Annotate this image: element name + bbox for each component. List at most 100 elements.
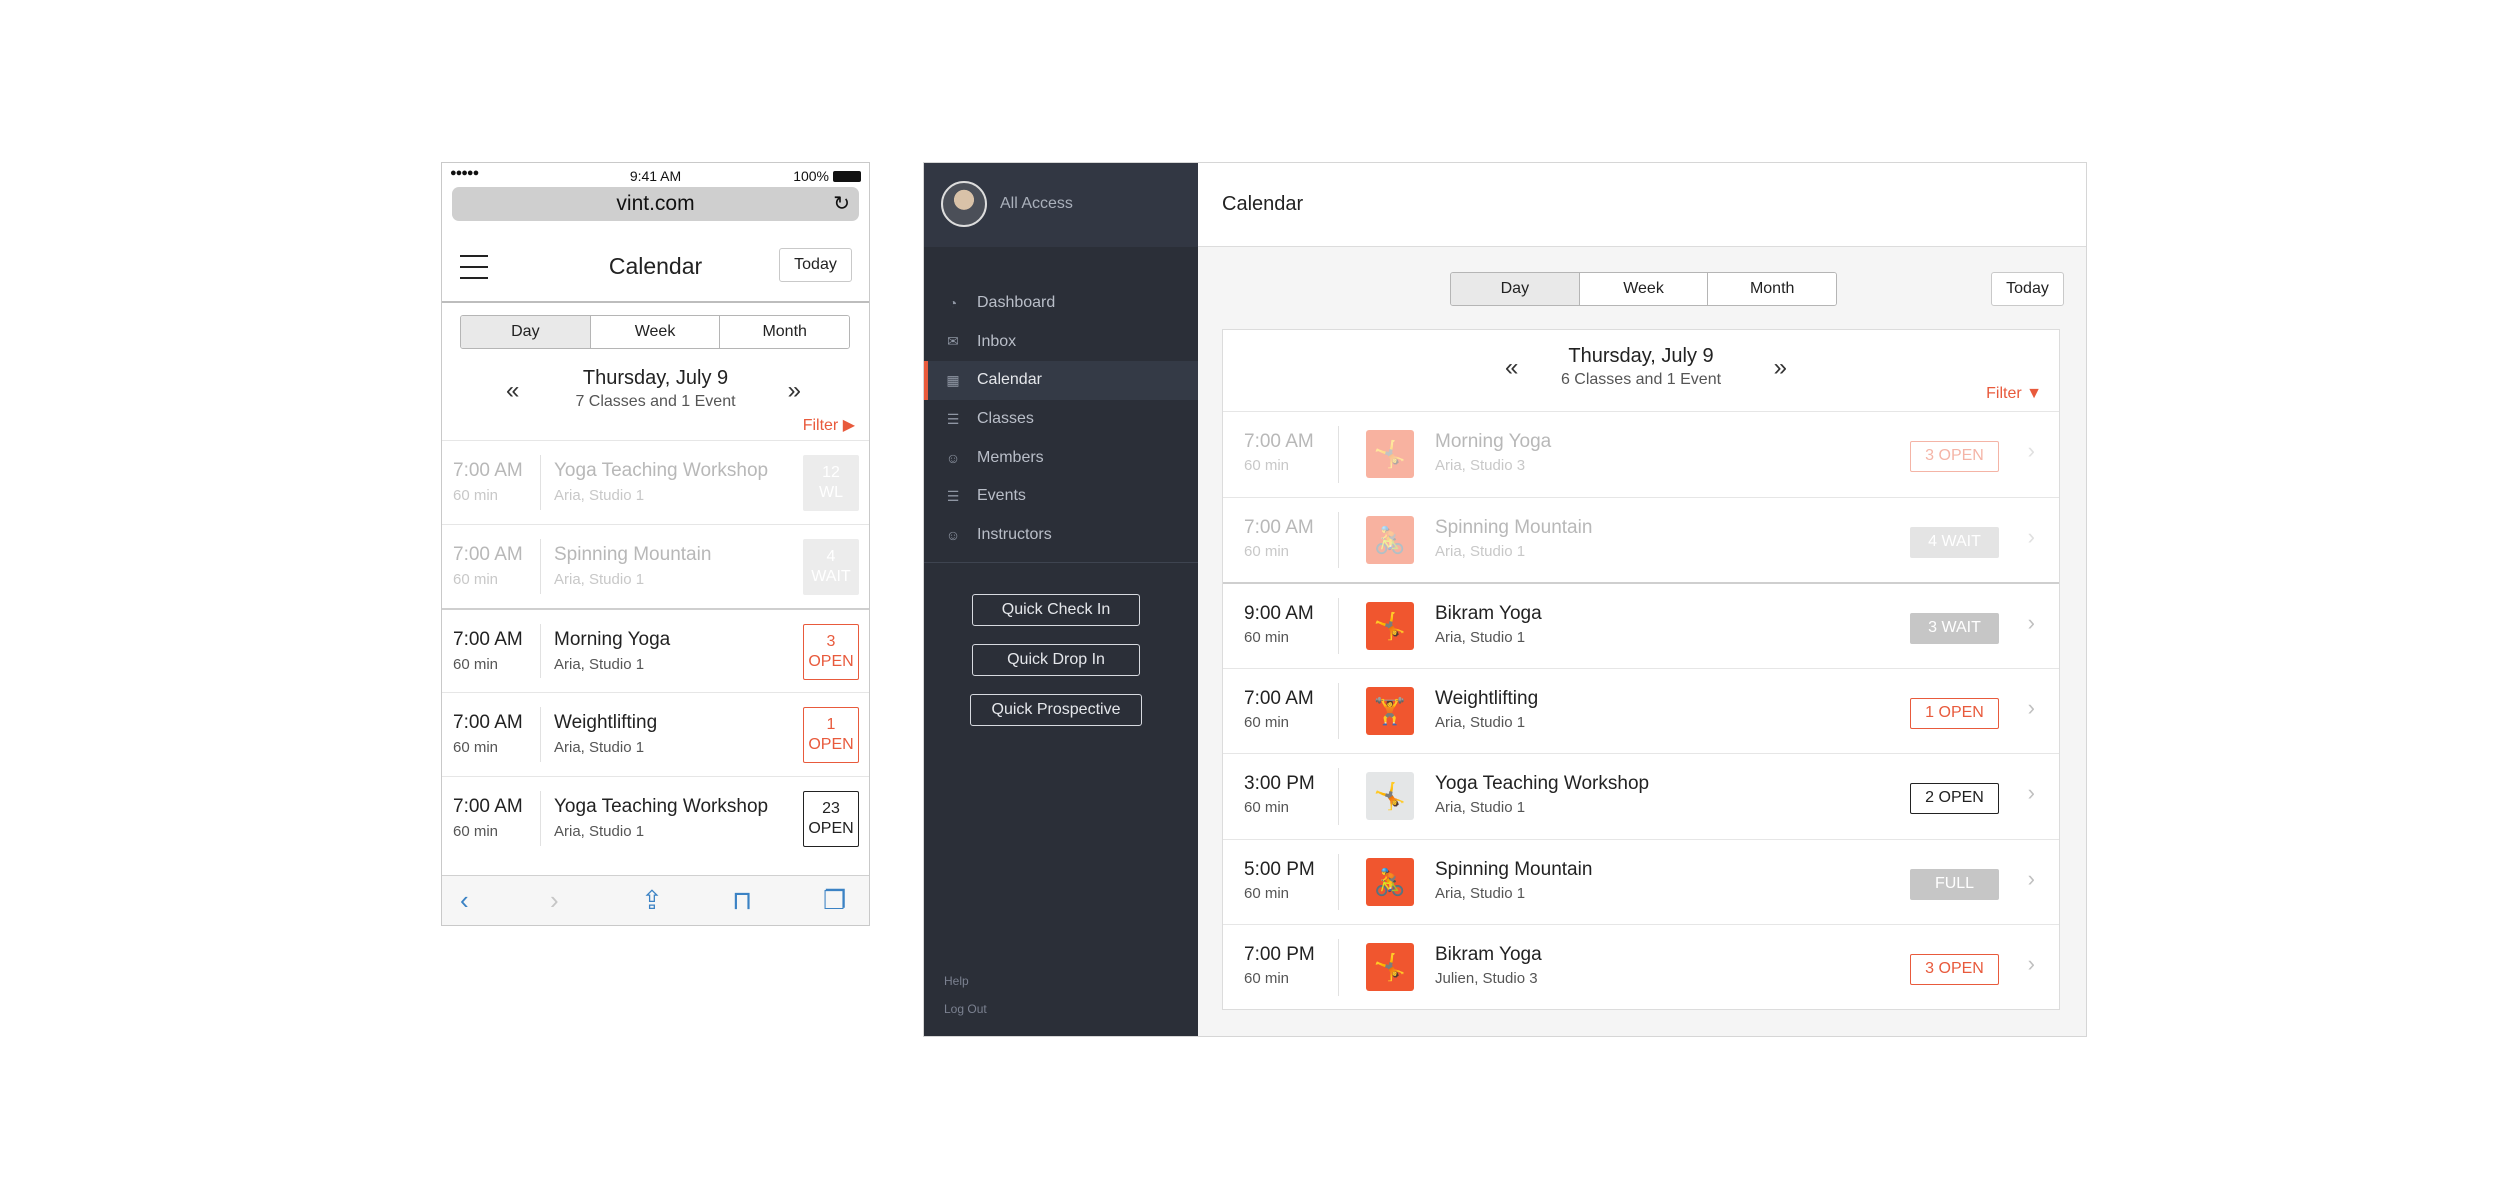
- sidebar-item-instructors[interactable]: ☺ Instructors: [924, 516, 1198, 555]
- badge-count: 1: [826, 716, 836, 733]
- next-day-icon[interactable]: »: [1774, 354, 1787, 382]
- class-duration: 60 min: [1244, 713, 1290, 731]
- availability-badge[interactable]: 3 WAIT: [1910, 613, 1999, 644]
- availability-badge[interactable]: 4 WAIT: [803, 539, 859, 595]
- list-item[interactable]: 7:00 AM 60 min Morning Yoga Aria, Studio 1 3…: [442, 608, 869, 692]
- class-duration: 60 min: [1244, 542, 1290, 560]
- quick-drop-in-button[interactable]: Quick Drop In: [972, 644, 1140, 676]
- availability-badge[interactable]: FULL: [1910, 868, 1999, 900]
- list-item[interactable]: 7:00 AM 60 min 🚴 Spinning Mountain Aria, Stu…: [1223, 496, 2059, 583]
- list-item[interactable]: 7:00 AM 60 min Yoga Teaching Workshop Aria,…: [442, 776, 869, 860]
- availability-badge[interactable]: 3 OPEN: [1910, 954, 1999, 985]
- chevron-right-icon[interactable]: ›: [2028, 524, 2035, 550]
- availability-badge[interactable]: 1 OPEN: [1910, 697, 1999, 729]
- class-location: Aria, Studio 1: [554, 487, 645, 504]
- availability-badge[interactable]: 1 OPEN: [803, 707, 859, 763]
- sidebar-item-dashboard[interactable]: ◔ Dashboard: [924, 284, 1198, 323]
- class-time: 7:00 AM: [453, 544, 523, 565]
- badge-status: OPEN: [808, 820, 854, 837]
- tab-day[interactable]: Day: [461, 316, 591, 348]
- list-item[interactable]: 9:00 AM 60 min 🤸 Bikram Yoga Aria, Studio 1 3…: [1223, 582, 2059, 668]
- class-duration: 60 min: [1244, 970, 1290, 987]
- reload-icon[interactable]: ↻: [833, 187, 850, 221]
- class-time: 7:00 AM: [453, 629, 523, 650]
- list-item[interactable]: 3:00 PM 60 min 🤸 Yoga Teaching Workshop Aria…: [1223, 753, 2059, 839]
- sidebar-item-classes[interactable]: ☰ Classes: [924, 400, 1198, 439]
- class-location: Aria, Studio 1: [554, 571, 645, 588]
- account-header[interactable]: All Access: [924, 163, 1198, 247]
- list-item[interactable]: 5:00 PM 60 min 🚴 Spinning Mountain Aria, Stu…: [1223, 838, 2059, 925]
- today-button[interactable]: Today: [779, 248, 852, 282]
- class-location: Aria, Studio 1: [1435, 713, 1526, 731]
- inbox-icon: ✉: [947, 333, 959, 350]
- logout-link[interactable]: Log Out: [944, 1002, 987, 1016]
- tab-day[interactable]: Day: [1451, 273, 1580, 305]
- filter-button[interactable]: Filter ▶: [803, 415, 855, 435]
- status-bar: ●●●●● 9:41 AM 100%: [442, 163, 869, 187]
- availability-badge[interactable]: 23 OPEN: [803, 791, 859, 847]
- class-duration: 60 min: [1244, 884, 1290, 902]
- previous-day-icon[interactable]: «: [506, 377, 519, 405]
- availability-badge[interactable]: 4 WAIT: [1910, 526, 1999, 558]
- list-item[interactable]: 7:00 AM 60 min Yoga Teaching Workshop Aria,…: [442, 440, 869, 524]
- availability-badge[interactable]: 3 OPEN: [803, 624, 859, 680]
- avatar[interactable]: [941, 181, 987, 227]
- class-duration: 60 min: [453, 656, 499, 673]
- list-item[interactable]: 7:00 AM 60 min 🤸 Morning Yoga Aria, Studio 3…: [1223, 411, 2059, 497]
- chevron-right-icon[interactable]: ›: [2028, 866, 2035, 892]
- list-item[interactable]: 7:00 PM 60 min 🤸 Bikram Yoga Julien, Studio …: [1223, 924, 2059, 1010]
- chevron-right-icon[interactable]: ›: [2028, 610, 2035, 636]
- tabs-icon[interactable]: ❐: [823, 886, 846, 914]
- class-name: Bikram Yoga: [1435, 944, 1542, 965]
- next-day-icon[interactable]: »: [788, 377, 801, 405]
- class-name: Bikram Yoga: [1435, 603, 1542, 624]
- back-icon[interactable]: ‹: [460, 886, 469, 914]
- spinning-icon: 🚴: [1366, 515, 1414, 564]
- address-bar[interactable]: vint.com ↻: [452, 187, 859, 221]
- class-list: 7:00 AM 60 min 🤸 Morning Yoga Aria, Studio 3…: [1223, 411, 2059, 1010]
- tab-month[interactable]: Month: [1708, 273, 1836, 305]
- divider: [1338, 598, 1339, 654]
- tab-week[interactable]: Week: [1579, 273, 1709, 305]
- availability-badge[interactable]: 3 OPEN: [1910, 441, 1999, 472]
- list-item[interactable]: 7:00 AM 60 min Spinning Mountain Aria, Stud…: [442, 524, 869, 608]
- list-item[interactable]: 7:00 AM 60 min 🏋 Weightlifting Aria, Studio …: [1223, 667, 2059, 754]
- badge-status: WAIT: [811, 568, 851, 585]
- sidebar-item-calendar[interactable]: ▦ Calendar: [924, 361, 1198, 400]
- chevron-right-icon[interactable]: ›: [2028, 780, 2035, 806]
- instructors-icon: ☺: [945, 526, 961, 543]
- bookmarks-icon[interactable]: ⊓: [732, 886, 752, 914]
- list-item[interactable]: 7:00 AM 60 min Weightlifting Aria, Studio 1…: [442, 692, 869, 776]
- forward-icon[interactable]: ›: [550, 886, 559, 914]
- divider: [1338, 768, 1339, 825]
- availability-badge[interactable]: 2 OPEN: [1910, 783, 1999, 814]
- sidebar-item-label: Members: [977, 448, 1044, 466]
- sidebar-item-members[interactable]: ☺ Members: [924, 438, 1198, 477]
- class-name: Spinning Mountain: [554, 544, 712, 565]
- badge-status: WL: [819, 484, 843, 501]
- chevron-right-icon[interactable]: ›: [2028, 438, 2035, 464]
- sidebar-item-events[interactable]: ☰ Events: [924, 477, 1198, 516]
- availability-badge[interactable]: 12 WL: [803, 455, 859, 511]
- class-name: Yoga Teaching Workshop: [1435, 773, 1650, 794]
- previous-day-icon[interactable]: «: [1505, 354, 1518, 382]
- quick-prospective-button[interactable]: Quick Prospective: [970, 694, 1142, 726]
- class-location: Aria, Studio 1: [1435, 884, 1526, 902]
- today-button[interactable]: Today: [1991, 272, 2064, 306]
- quick-check-in-button[interactable]: Quick Check In: [972, 594, 1140, 626]
- class-time: 9:00 AM: [1244, 603, 1314, 624]
- filter-button[interactable]: Filter ▼: [1986, 385, 2042, 403]
- share-icon[interactable]: ⇪: [641, 886, 663, 914]
- badge-count: 4: [826, 548, 836, 565]
- sidebar-item-inbox[interactable]: ✉ Inbox: [924, 323, 1198, 362]
- tab-week[interactable]: Week: [590, 316, 721, 348]
- chevron-right-icon[interactable]: ›: [2028, 951, 2035, 977]
- sidebar-item-label: Instructors: [977, 525, 1052, 543]
- view-segmented-control: Day Week Month: [460, 315, 850, 349]
- members-icon: ☺: [945, 449, 961, 466]
- divider: [1338, 939, 1339, 996]
- tab-month[interactable]: Month: [720, 316, 849, 348]
- chevron-right-icon[interactable]: ›: [2028, 695, 2035, 721]
- help-link[interactable]: Help: [944, 974, 969, 988]
- class-time: 5:00 PM: [1244, 858, 1315, 880]
